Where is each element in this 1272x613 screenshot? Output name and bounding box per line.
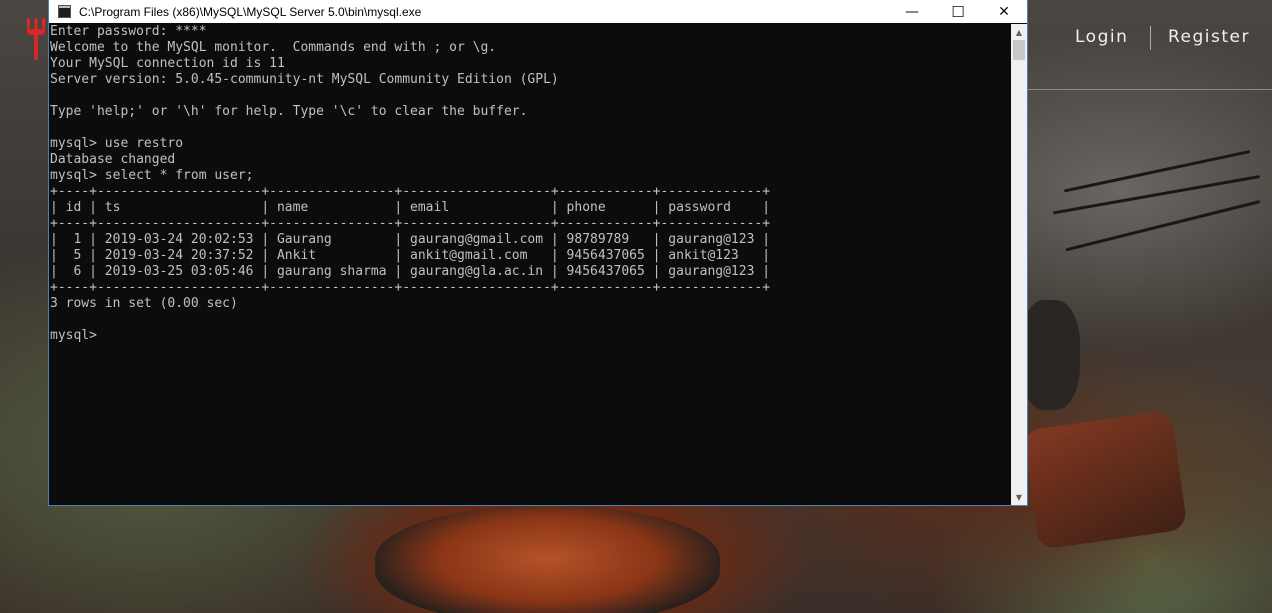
vertical-scrollbar[interactable]: ▲ ▼ [1011, 24, 1027, 505]
window-titlebar[interactable]: C:\Program Files (x86)\MySQL\MySQL Serve… [49, 0, 1027, 23]
console-output: Enter password: **** Welcome to the MySQ… [50, 24, 1010, 344]
console-line: Type 'help;' or '\h' for help. Type '\c'… [50, 104, 528, 119]
console-output-area[interactable]: Enter password: **** Welcome to the MySQ… [50, 24, 1010, 504]
tray-image [1022, 410, 1188, 550]
console-line: Server version: 5.0.45-community-nt MySQ… [50, 72, 559, 87]
food-bowl-image [375, 505, 720, 613]
console-line: | 5 | 2019-03-24 20:37:52 | Ankit | anki… [50, 248, 771, 263]
console-line: | 1 | 2019-03-24 20:02:53 | Gaurang | ga… [50, 232, 771, 247]
console-line: +----+---------------------+------------… [50, 280, 771, 295]
console-line: Enter password: **** [50, 24, 207, 39]
mysql-console-window[interactable]: C:\Program Files (x86)\MySQL\MySQL Serve… [49, 0, 1027, 505]
maximize-button[interactable]: ☐ [935, 0, 981, 23]
console-line: Database changed [50, 152, 176, 167]
nav-separator [1150, 26, 1151, 50]
console-line: +----+---------------------+------------… [50, 216, 771, 231]
console-line: Welcome to the MySQL monitor. Commands e… [50, 40, 497, 55]
console-line: mysql> select * from user; [50, 168, 254, 183]
console-line: | id | ts | name | email | phone | passw… [50, 200, 771, 215]
scroll-down-icon[interactable]: ▼ [1011, 489, 1027, 505]
header-divider [1028, 89, 1272, 90]
console-line: +----+---------------------+------------… [50, 184, 771, 199]
bowl-image [1020, 300, 1080, 410]
minimize-button[interactable]: — [889, 0, 935, 23]
console-line: mysql> use restro [50, 136, 184, 151]
window-title: C:\Program Files (x86)\MySQL\MySQL Serve… [79, 4, 422, 19]
console-app-icon[interactable] [58, 5, 71, 18]
register-link[interactable]: Register [1168, 27, 1250, 47]
close-button[interactable]: ✕ [981, 0, 1027, 23]
fork-spoon-icon[interactable] [25, 18, 47, 60]
scroll-up-icon[interactable]: ▲ [1011, 24, 1027, 40]
console-line: mysql> [50, 328, 105, 343]
scroll-thumb[interactable] [1013, 40, 1025, 60]
console-line: 3 rows in set (0.00 sec) [50, 296, 238, 311]
console-line: Your MySQL connection id is 11 [50, 56, 285, 71]
login-link[interactable]: Login [1075, 27, 1128, 47]
console-line: | 6 | 2019-03-25 03:05:46 | gaurang shar… [50, 264, 771, 279]
